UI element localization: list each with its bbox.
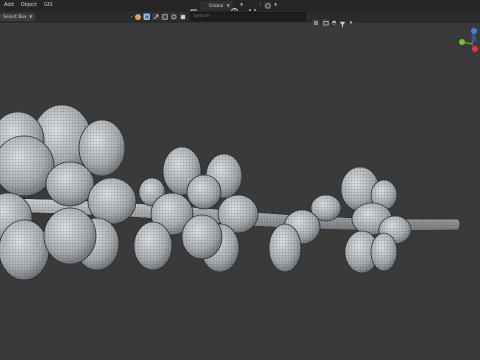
select-intersect-icon[interactable] xyxy=(179,13,187,20)
menu-gis[interactable]: GIS xyxy=(44,0,53,11)
select-subtract-icon[interactable] xyxy=(161,13,169,20)
select-invert-icon[interactable] xyxy=(170,13,178,20)
mesh-berries-left xyxy=(0,104,137,281)
3d-viewport[interactable] xyxy=(0,23,480,360)
search-input[interactable] xyxy=(190,12,306,21)
proportional-edit-icon[interactable] xyxy=(264,2,271,9)
select-box-dropdown[interactable]: Select Box ▼ xyxy=(0,13,36,21)
arrow-select-icon[interactable] xyxy=(143,13,151,20)
transform-orientation-dropdown[interactable]: Global ▼ xyxy=(200,1,233,10)
snap-chevron-icon[interactable]: ▼ xyxy=(240,2,243,7)
select-extend-icon[interactable] xyxy=(152,13,160,20)
menu-bar: Add Object GIS Global ▼ ▼ ⋮ ▼ xyxy=(0,0,480,17)
select-box-label: Select Box xyxy=(3,15,27,20)
orientation-label: Global xyxy=(209,4,224,9)
proportional-chevron-icon[interactable]: ▼ xyxy=(274,2,277,7)
increment-icon[interactable]: ⋮ xyxy=(258,2,263,8)
sphere-shading-icon[interactable] xyxy=(135,13,142,20)
menu-object[interactable]: Object xyxy=(21,0,37,11)
mode-buttons: − xyxy=(130,13,187,20)
chevron-down-icon: ▼ xyxy=(29,14,33,19)
collapse-arrow-icon[interactable]: − xyxy=(130,14,133,19)
menu-add[interactable]: Add xyxy=(4,0,14,11)
